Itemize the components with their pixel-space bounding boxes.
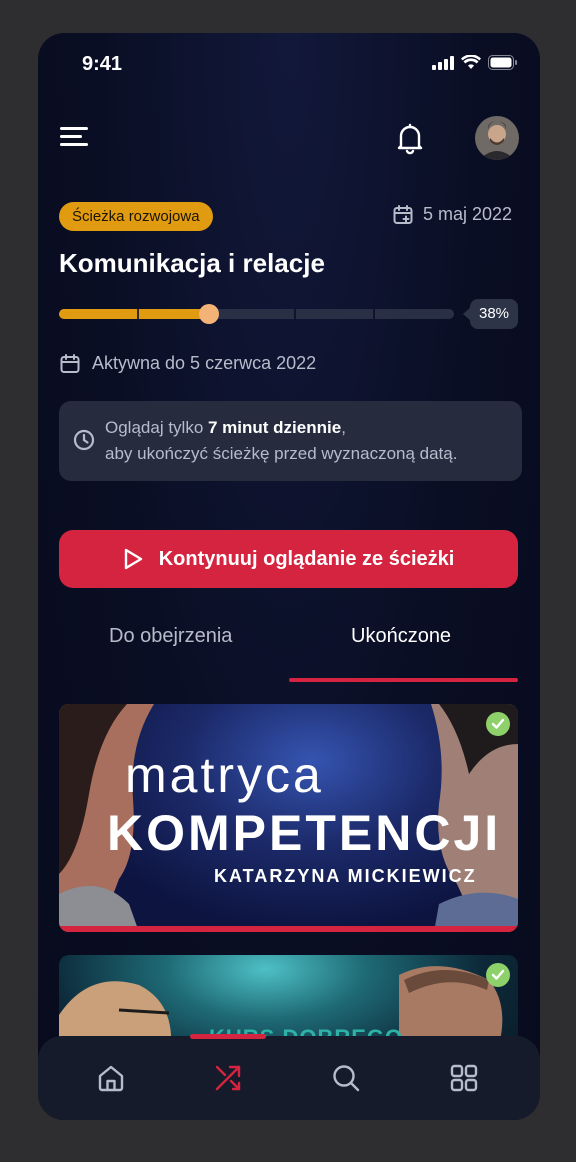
course-card[interactable]: matryca KOMPETENCJI KATARZYNA MICKIEWICZ (59, 704, 518, 932)
path-date: 5 maj 2022 (393, 204, 512, 225)
wifi-icon (461, 55, 481, 69)
path-date-text: 5 maj 2022 (422, 204, 512, 224)
bell-icon[interactable] (394, 121, 426, 155)
tab-completed[interactable]: Ukończone (351, 625, 451, 648)
tip-suffix: , (341, 418, 346, 437)
tip-prefix: Oglądaj tylko (105, 418, 208, 437)
clock-icon (73, 429, 95, 451)
course-card-accent (59, 926, 518, 932)
continue-watching-label: Kontynuuj oglądanie ze ścieżki (158, 547, 455, 570)
bottom-nav-active-indicator (190, 1034, 266, 1039)
course-title-line2: KOMPETENCJI (107, 805, 502, 861)
active-until-text: Aktywna do 5 czerwca 2022 (92, 353, 317, 373)
progress-tick (294, 309, 296, 319)
nav-catalog[interactable] (446, 1060, 482, 1096)
continue-watching-button[interactable]: Kontynuuj oglądanie ze ścieżki (59, 530, 518, 588)
completed-check-icon (486, 712, 510, 736)
daily-tip-box: Oglądaj tylko 7 minut dziennie, aby ukoń… (59, 401, 522, 481)
active-until: Aktywna do 5 czerwca 2022 (60, 353, 316, 374)
tab-to-watch[interactable]: Do obejrzenia (109, 625, 232, 648)
progress-fill (59, 309, 209, 319)
path-type-badge: Ścieżka rozwojowa (59, 202, 213, 231)
progress-tick (137, 309, 139, 319)
nav-search[interactable] (328, 1060, 364, 1096)
avatar[interactable] (475, 116, 519, 160)
signal-icon (432, 55, 454, 70)
progress-knob (199, 304, 219, 324)
tip-highlight: 7 minut dziennie (208, 418, 342, 437)
progress-tick (373, 309, 375, 319)
nav-home[interactable] (93, 1060, 129, 1096)
battery-icon (488, 55, 517, 70)
grid-icon (450, 1064, 478, 1092)
calendar-add-icon (393, 204, 413, 224)
completed-check-icon (486, 963, 510, 987)
daily-tip-text: Oglądaj tylko 7 minut dziennie, aby ukoń… (105, 415, 457, 467)
active-tab-indicator (289, 678, 518, 682)
paths-icon (215, 1065, 241, 1091)
course-title-line1: matryca (125, 747, 324, 803)
search-icon (333, 1065, 360, 1092)
page-title: Komunikacja i relacje (59, 248, 325, 278)
nav-paths[interactable] (210, 1060, 246, 1096)
calendar-icon (60, 353, 80, 373)
status-icons (432, 55, 518, 70)
progress-bar (59, 304, 454, 324)
course-author: KATARZYNA MICKIEWICZ (214, 866, 477, 886)
phone-screen: 9:41 Ścieżka rozwojowa 5 maj 2022 Komuni… (38, 33, 540, 1120)
status-time: 9:41 (82, 53, 123, 75)
menu-icon[interactable] (60, 125, 90, 149)
home-icon (98, 1065, 124, 1092)
play-icon (124, 548, 142, 570)
progress-percent-badge: 38% (463, 299, 518, 329)
tip-line2: aby ukończyć ścieżkę przed wyznaczoną da… (105, 444, 458, 463)
